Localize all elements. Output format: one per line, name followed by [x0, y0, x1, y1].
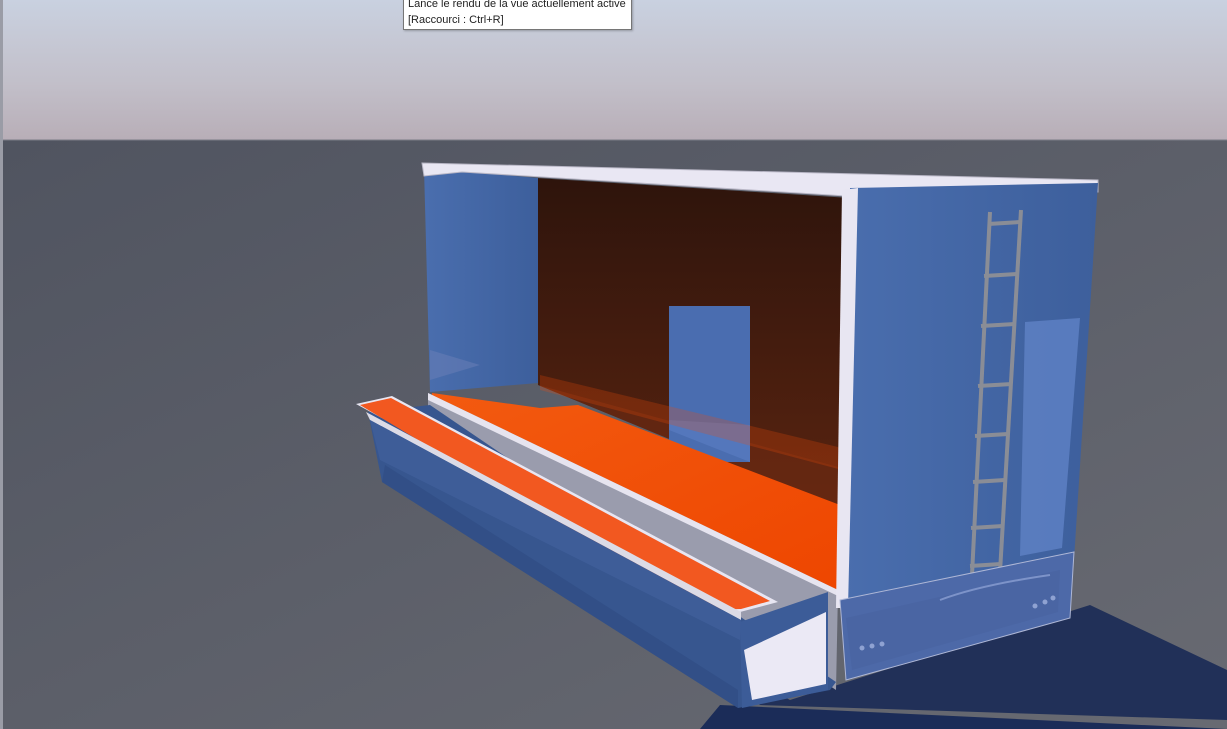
scene-canvas: [0, 0, 1227, 729]
tooltip-shortcut: [Raccourci : Ctrl+R]: [408, 14, 504, 26]
render-viewport[interactable]: Lance le rendu de la vue actuellement ac…: [0, 0, 1227, 729]
render-tooltip: Lance le rendu de la vue actuellement ac…: [403, 0, 632, 30]
tooltip-description: Lance le rendu de la vue actuellement ac…: [408, 0, 626, 10]
